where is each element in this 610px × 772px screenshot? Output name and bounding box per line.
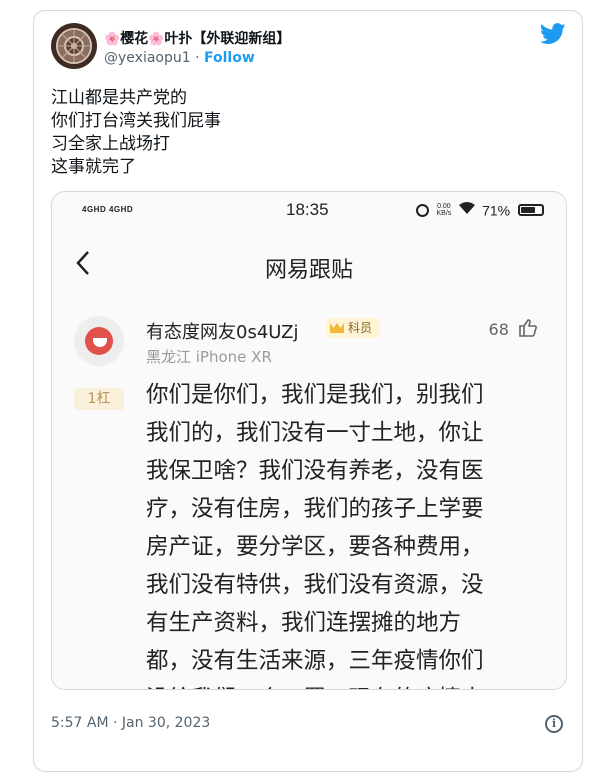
commenter-avatar[interactable] [74, 316, 124, 366]
comment-line: 我们的，我们没有一寸土地，你让 [146, 420, 484, 446]
network-indicator: 4GHD 4GHD [82, 205, 134, 214]
tweet-text-line: 江山都是共产党的 [51, 88, 187, 108]
comment-line: 我们没有特供，我们没有资源，没 [146, 572, 484, 598]
floor-badge: 1杠 [74, 388, 124, 410]
comment-line: 我保卫啥？我们没有养老，没有医 [146, 458, 484, 484]
speed-unit: KB/s [436, 210, 452, 218]
blossom-emoji: 🌸 [148, 32, 165, 47]
comment-body: 你们是你们，我们是我们，别我们 我们的，我们没有一寸土地，你让 我保卫啥？我们没… [146, 376, 542, 689]
battery-fill [521, 207, 535, 214]
alarm-icon [415, 203, 429, 217]
comment-line: 疗，没有住房，我们的孩子上学要 [146, 496, 484, 522]
author-avatar[interactable] [51, 23, 97, 69]
comment-line: 没给我们一个口罩，现在的疫情大 [146, 680, 542, 689]
tweet-media-screenshot[interactable]: 4GHD 4GHD 18:35 0.00 KB/s 71% 网易跟贴 1杠 有态… [51, 191, 567, 690]
page-title: 网易跟贴 [264, 258, 353, 283]
comment-line: 房产证，要分学区，要各种费用， [146, 534, 484, 560]
status-time: 18:35 [286, 200, 329, 219]
crown-icon [330, 323, 344, 333]
follow-button[interactable]: Follow [204, 50, 255, 66]
info-icon[interactable]: i [545, 715, 563, 733]
name-part-b: 叶扑【外联迎新组】 [164, 31, 291, 47]
author-display-name[interactable]: 🌸樱花🌸叶扑【外联迎新组】 [104, 28, 290, 48]
wifi-icon [459, 202, 476, 214]
tweet-text-line: 习全家上战场打 [51, 134, 170, 154]
blossom-emoji: 🌸 [104, 32, 121, 47]
tweet-text: 江山都是共产党的 你们打台湾关我们屁事 习全家上战场打 这事就完了 [51, 87, 561, 179]
name-part-a: 樱花 [120, 31, 149, 47]
phone-status-bar: 4GHD 4GHD 18:35 0.00 KB/s 71% [52, 192, 566, 230]
member-label: 科员 [348, 321, 373, 335]
battery-icon [518, 204, 544, 217]
member-badge: 科员 [326, 318, 381, 338]
tweet-text-line: 你们打台湾关我们屁事 [51, 111, 221, 131]
network-speed: 0.00 KB/s [437, 203, 452, 218]
twitter-bird-icon[interactable] [540, 23, 566, 45]
author-handle[interactable]: @yexiaopu1 [104, 50, 191, 66]
thumbs-up-icon [519, 319, 537, 337]
separator: · [195, 50, 200, 66]
tweet-text-line: 这事就完了 [51, 157, 136, 177]
like-count: 68 [488, 320, 509, 339]
comment-line: 都，没有生活来源，三年疫情你们 [146, 648, 484, 674]
like-button[interactable]: 68 [489, 318, 538, 339]
status-icons: 0.00 KB/s 71% [415, 201, 544, 219]
speed-value: 0.00 [437, 202, 451, 210]
commenter-location: 黑龙江 iPhone XR [146, 348, 272, 366]
commenter-name[interactable]: 有态度网友0s4UZj [146, 318, 298, 344]
author-handle-row: @yexiaopu1 · Follow [104, 50, 255, 66]
comment-line: 有生产资料，我们连摆摊的地方 [146, 610, 462, 636]
tweet-timestamp[interactable]: 5:57 AM · Jan 30, 2023 [51, 715, 210, 731]
netease-logo-icon [85, 327, 113, 355]
tweet-card: 🌸樱花🌸叶扑【外联迎新组】 @yexiaopu1 · Follow 江山都是共产… [33, 10, 583, 772]
battery-percent: 71% [482, 202, 511, 219]
comment-line: 你们是你们，我们是我们，别我们 [146, 382, 484, 408]
